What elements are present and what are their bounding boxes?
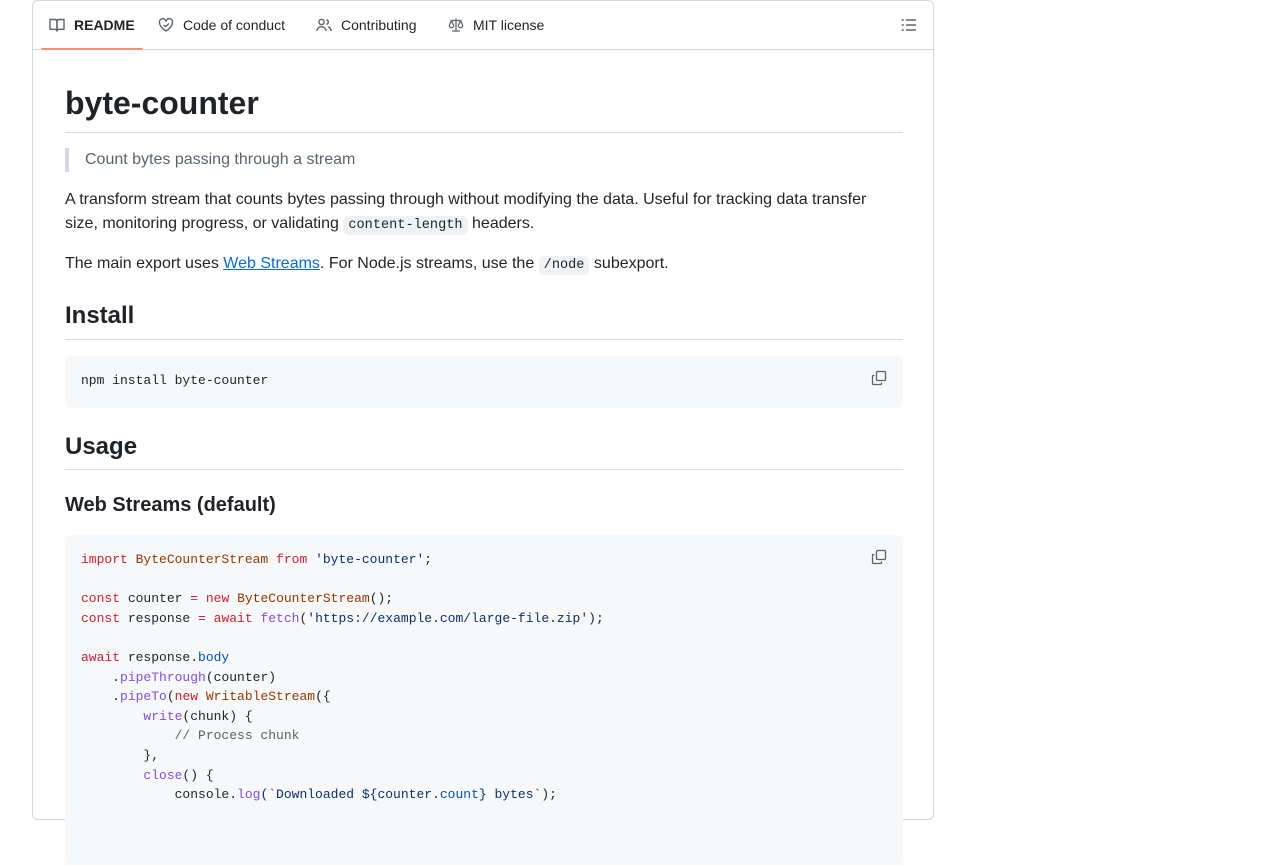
inline-code-content-length: content-length (343, 216, 468, 235)
book-icon (49, 17, 65, 33)
intro-paragraph: A transform stream that counts bytes pas… (65, 188, 903, 238)
heart-icon (158, 17, 174, 33)
web-streams-link[interactable]: Web Streams (223, 255, 320, 272)
main-export-text-middle: . For Node.js streams, use the (319, 255, 539, 272)
usage-code-block: import ByteCounterStream from 'byte-coun… (65, 535, 903, 865)
intro-text-end: headers. (467, 215, 535, 232)
install-divider (65, 339, 903, 340)
blockquote: Count bytes passing through a stream (65, 148, 355, 172)
install-heading: Install (65, 302, 135, 329)
main-export-text: The main export uses (65, 255, 224, 272)
inline-code-node: /node (538, 256, 590, 275)
copy-icon[interactable] (871, 370, 887, 386)
title-divider (65, 132, 903, 133)
main-export-text-end: subexport. (589, 255, 669, 272)
tab-mit-license[interactable]: MIT license (448, 1, 544, 49)
tab-code-of-conduct-label: Code of conduct (183, 17, 285, 33)
install-command: npm install byte-counter (81, 373, 269, 388)
web-streams-subheading: Web Streams (default) (65, 494, 276, 516)
main-export-paragraph: The main export uses Web Streams. For No… (65, 252, 903, 278)
usage-divider (65, 469, 903, 470)
list-unordered-icon[interactable] (901, 17, 917, 33)
law-scale-icon (448, 17, 464, 33)
tab-code-of-conduct[interactable]: Code of conduct (158, 1, 285, 49)
tab-mit-license-label: MIT license (473, 17, 545, 33)
tab-readme[interactable]: README (41, 1, 143, 50)
readme-panel: README Code of conduct Contributing MIT … (32, 0, 934, 865)
tab-readme-label: README (74, 17, 135, 33)
install-code-block: npm install byte-counter (65, 356, 903, 408)
copy-icon[interactable] (871, 549, 887, 565)
readme-tab-bar: README Code of conduct Contributing MIT … (33, 1, 933, 50)
page-title: byte-counter (65, 85, 259, 121)
tab-contributing-label: Contributing (341, 17, 417, 33)
people-icon (316, 17, 332, 33)
usage-code: import ByteCounterStream from 'byte-coun… (81, 552, 604, 803)
tab-contributing[interactable]: Contributing (316, 1, 417, 49)
usage-heading: Usage (65, 433, 138, 460)
